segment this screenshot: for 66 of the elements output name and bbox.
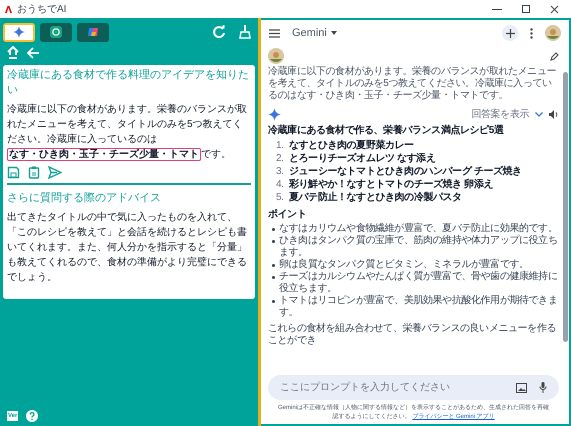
flower-icon [50, 26, 62, 38]
refresh-icon[interactable] [212, 25, 226, 39]
card-heading: さらに質問する際のアドバイス [7, 191, 162, 206]
save-icon[interactable] [7, 166, 20, 179]
speaker-icon[interactable] [549, 110, 559, 119]
point-text: トマトはリコピンが豊富で、美肌効果や抗酸化作用が期待できます。 [279, 295, 558, 319]
help-icon[interactable] [26, 410, 38, 422]
bullet-icon [272, 264, 275, 267]
bullet-icon [272, 300, 275, 303]
card-heading: 冷蔵庫にある食材で作る料理のアイデアを知りたい [7, 68, 250, 98]
recipe-title: 夏バテ防止！なすとひき肉の冷製パスタ [289, 191, 462, 204]
recipe-title: 彩り鮮やか！なすとトマトのチーズ焼き 卵添え [289, 178, 493, 191]
prompt-text: 冷蔵庫に以下の食材があります。栄養のバランスが取れたメニューを考えて、タイトルのみを5つ教えてください。冷蔵庫に入っているのは なす・ひき肉・玉子・チーズ少量・トマト です。 [7, 102, 248, 162]
advice-text: 出てきたタイトルの中で気に入ったものを入れて、「このレシピを教えて」と会話を続けるとレシピも書いてくれます。また、何人分かを指示すると「分量」も教えてくれるので、食材の準備がより完璧にできるでしょう。 [7, 210, 248, 285]
ai-tab[interactable] [40, 22, 72, 42]
section-heading: ポイント [268, 208, 308, 221]
bullet-icon [272, 276, 275, 279]
app-logo-icon [4, 4, 13, 14]
home-top-icon[interactable] [7, 46, 19, 60]
list-number: 5. [276, 191, 285, 204]
window-title: おうちでAI [17, 2, 66, 16]
maximize-icon[interactable] [522, 5, 530, 13]
scrollbar[interactable] [563, 72, 568, 342]
new-chat-button[interactable] [502, 25, 518, 41]
avatar [268, 48, 284, 64]
close-icon[interactable] [550, 4, 559, 14]
send-icon[interactable] [48, 166, 62, 179]
point-text: ひき肉はタンパク質の宝庫で、筋肉の維持や体力アップに役立ちます。 [279, 235, 558, 258]
broom-icon[interactable] [239, 25, 251, 39]
response-heading: 冷蔵庫にある食材で作る、栄養バランス満点レシピ5選 [268, 124, 505, 137]
dropdown-caret-icon[interactable] [330, 31, 337, 35]
prompt-bar[interactable]: ここにプロンプトを入力してください [268, 375, 559, 400]
colorful-logo-icon [87, 26, 99, 38]
app-title[interactable]: Gemini [292, 24, 327, 42]
sparkle-icon [13, 26, 25, 38]
plus-icon [506, 28, 514, 38]
more-icon[interactable] [530, 28, 533, 38]
recipe-title: ジューシーなトマトとひき肉のハンバーグ チーズ焼き [289, 165, 522, 178]
bullet-icon [272, 228, 275, 231]
user-message: 冷蔵庫に以下の食材があります。栄養のバランスが取れたメニューを考えて、タイトルのみを5つ教えてください。冷蔵庫に入っているのはなす・ひき肉・玉子・チーズ少量・トマトです。 [268, 66, 558, 102]
list-number: 2. [276, 152, 285, 165]
show-drafts-link[interactable]: 回答案を表示 [471, 107, 529, 122]
chevron-down-icon[interactable] [535, 112, 543, 117]
gemini-star-icon [268, 108, 281, 121]
point-text: なすはカリウムや食物繊維が豊富で、夏バテ防止に効果的です。 [279, 223, 558, 234]
point-text: 卵は良質なタンパク質とビタミン、ミネラルが豊富です。 [279, 259, 529, 270]
image-icon[interactable] [516, 382, 527, 392]
menu-icon[interactable] [269, 28, 280, 38]
list-number: 3. [276, 165, 285, 178]
edit-icon[interactable] [550, 52, 559, 60]
bullet-icon [272, 240, 275, 243]
back-arrow-icon[interactable] [27, 47, 40, 59]
recipe-title: とろーりチーズオムレツ なす添え [289, 152, 436, 165]
minimize-icon[interactable] [492, 8, 502, 10]
prompt-input-field[interactable]: ここにプロンプトを入力してください [280, 380, 504, 395]
microphone-icon[interactable] [539, 382, 547, 393]
avatar[interactable] [545, 25, 561, 41]
ai-tab[interactable] [3, 22, 35, 42]
list-number: 4. [276, 178, 285, 191]
ai-tab[interactable] [77, 22, 109, 42]
clipboard-icon[interactable] [28, 166, 40, 179]
closing-text: これらの食材を組み合わせて、栄養バランスの良いメニューを作ることができ [268, 323, 558, 347]
point-text: チーズはカルシウムやたんぱく質が豊富で、骨や歯の健康維持に役立ちます。 [279, 271, 558, 294]
list-number: 1. [276, 139, 285, 152]
recipe-title: なすとひき肉の夏野菜カレー [289, 139, 414, 152]
highlighted-text: なす・ひき肉・玉子・チーズ少量・トマト [7, 148, 201, 161]
